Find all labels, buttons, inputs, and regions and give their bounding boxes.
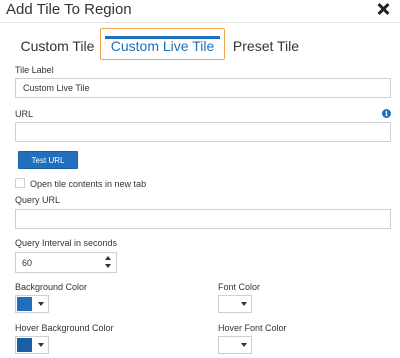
decrement-icon[interactable] bbox=[101, 262, 115, 271]
hover-font-color-swatch bbox=[220, 338, 235, 352]
background-color-swatch bbox=[17, 297, 32, 311]
tab-custom-live-tile[interactable]: Custom Live Tile bbox=[100, 28, 225, 60]
query-url-label: Query URL bbox=[15, 195, 61, 205]
query-interval-input[interactable] bbox=[16, 253, 100, 272]
url-input[interactable] bbox=[15, 122, 391, 142]
tab-label: Custom Live Tile bbox=[110, 38, 215, 54]
chevron-down-icon bbox=[38, 343, 44, 347]
background-color-picker[interactable] bbox=[15, 295, 49, 313]
hover-background-color-picker[interactable] bbox=[15, 336, 49, 354]
open-new-tab-checkbox[interactable] bbox=[15, 178, 25, 188]
hover-background-color-label: Hover Background Color bbox=[15, 323, 114, 333]
tab-preset-tile[interactable]: Preset Tile bbox=[226, 33, 306, 59]
font-color-label: Font Color bbox=[218, 282, 261, 292]
tab-custom-tile[interactable]: Custom Tile bbox=[15, 33, 100, 59]
chevron-down-icon bbox=[38, 302, 44, 306]
hover-font-color-picker[interactable] bbox=[218, 336, 252, 354]
hover-font-color-label: Hover Font Color bbox=[218, 323, 287, 333]
background-color-label: Background Color bbox=[15, 282, 88, 292]
font-color-swatch bbox=[220, 297, 235, 311]
chevron-down-icon bbox=[241, 343, 247, 347]
add-tile-dialog: Add Tile To Region Custom Tile Custom Li… bbox=[0, 0, 400, 358]
query-interval-label: Query Interval in seconds bbox=[15, 238, 118, 248]
font-color-picker[interactable] bbox=[218, 295, 252, 313]
active-tab-indicator bbox=[105, 36, 220, 39]
tile-label-input[interactable] bbox=[15, 78, 391, 98]
query-interval-stepper bbox=[15, 252, 117, 273]
dialog-header: Add Tile To Region bbox=[0, 0, 400, 23]
close-icon[interactable] bbox=[376, 2, 390, 16]
hover-background-color-swatch bbox=[17, 338, 32, 352]
query-url-input[interactable] bbox=[15, 209, 391, 229]
test-url-button[interactable]: Test URL bbox=[18, 151, 78, 169]
info-icon[interactable]: i bbox=[382, 109, 391, 118]
chevron-down-icon bbox=[241, 302, 247, 306]
open-new-tab-label: Open tile contents in new tab bbox=[30, 179, 147, 189]
dialog-title: Add Tile To Region bbox=[6, 1, 132, 18]
url-label: URL bbox=[15, 109, 34, 119]
tile-label-label: Tile Label bbox=[15, 65, 54, 75]
